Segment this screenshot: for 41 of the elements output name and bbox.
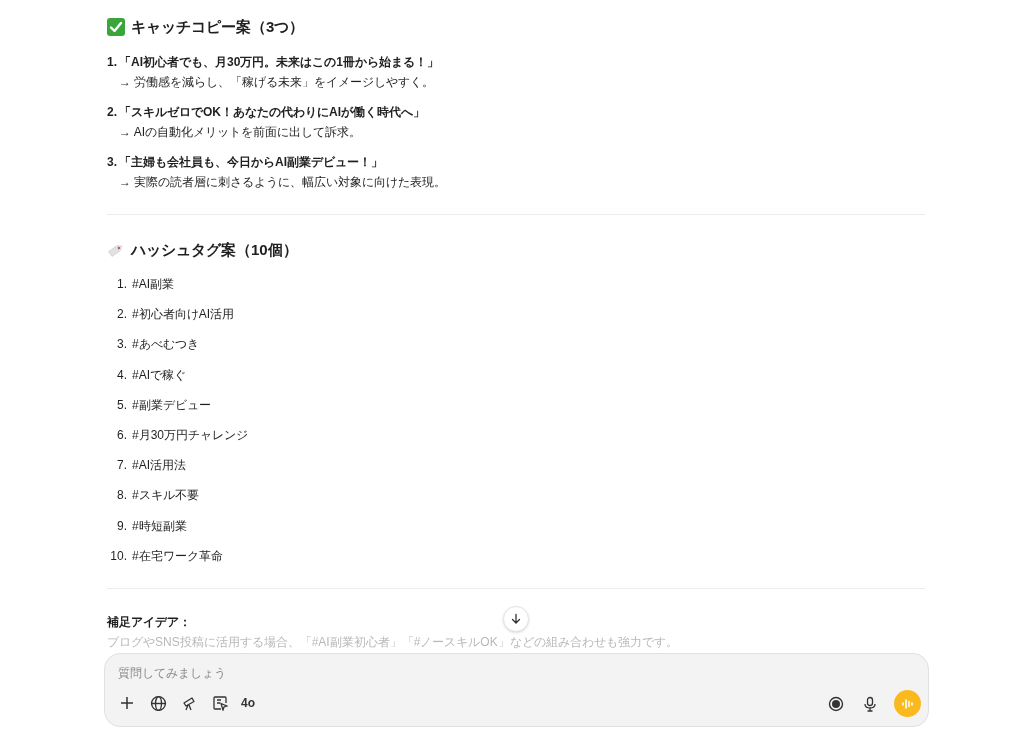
hashtag-text: #時短副業 [132,517,187,535]
message-composer[interactable]: 質問してみましょう 4o [104,653,929,727]
hashtag-text: #在宅ワーク革命 [132,547,223,565]
hashtag-text: #AI活用法 [132,457,186,475]
catchcopy-text: 「主婦も会社員も、今日からAI副業デビュー！」 [119,154,383,171]
section-heading: ハッシュタグ案（10個） [131,240,298,260]
list-number: 10. [109,547,127,565]
catchcopy-note: → 実際の読者層に刺さるように、幅広い対象に向けた表現。 [118,174,448,191]
hashtag-text: #副業デビュー [132,396,211,414]
section-heading: キャッチコピー案（3つ） [131,17,305,37]
list-number: 3. [107,154,118,171]
waveform-icon [900,697,915,710]
list-number: 9. [116,517,127,535]
scroll-down-button[interactable] [503,606,529,632]
hashtag-text: #初心者向けAI活用 [132,306,234,324]
list-number: 1. [116,276,127,294]
list-number: 6. [116,427,127,445]
supplement-label: 補足アイデア： [107,613,191,631]
globe-icon[interactable] [148,693,168,713]
catchcopy-text: 「AI初心者でも、月30万円。未来はこの1冊から始まる！」 [119,54,440,71]
catchcopy-note: → AIの自動化メリットを前面に出して訴求。 [118,124,362,141]
arrow-down-icon [510,613,522,625]
list-number: 3. [116,336,127,354]
check-mark-icon [107,18,125,36]
hashtag-text: #AIで稼ぐ [132,366,186,384]
list-number: 5. [116,396,127,414]
list-number: 4. [116,366,127,384]
list-number: 8. [116,487,127,505]
model-selector[interactable]: 4o [241,693,255,713]
list-number: 2. [116,306,127,324]
message-input[interactable]: 質問してみましょう [118,662,818,684]
hashtag-text: #スキル不要 [132,487,199,505]
list-number: 2. [107,104,118,121]
list-number: 1. [107,54,118,71]
catchcopy-text: 「スキルゼロでOK！あなたの代わりにAIが働く時代へ」 [119,104,425,121]
hashtag-text: #あべむつき [132,336,199,354]
canvas-edit-icon[interactable] [210,693,230,713]
hashtag-text: #月30万円チャレンジ [132,427,249,445]
list-number: 7. [116,457,127,475]
catchcopy-note: → 労働感を減らし、「稼げる未来」をイメージしやすく。 [118,74,436,91]
hashtag-text: #AI副業 [132,276,174,294]
